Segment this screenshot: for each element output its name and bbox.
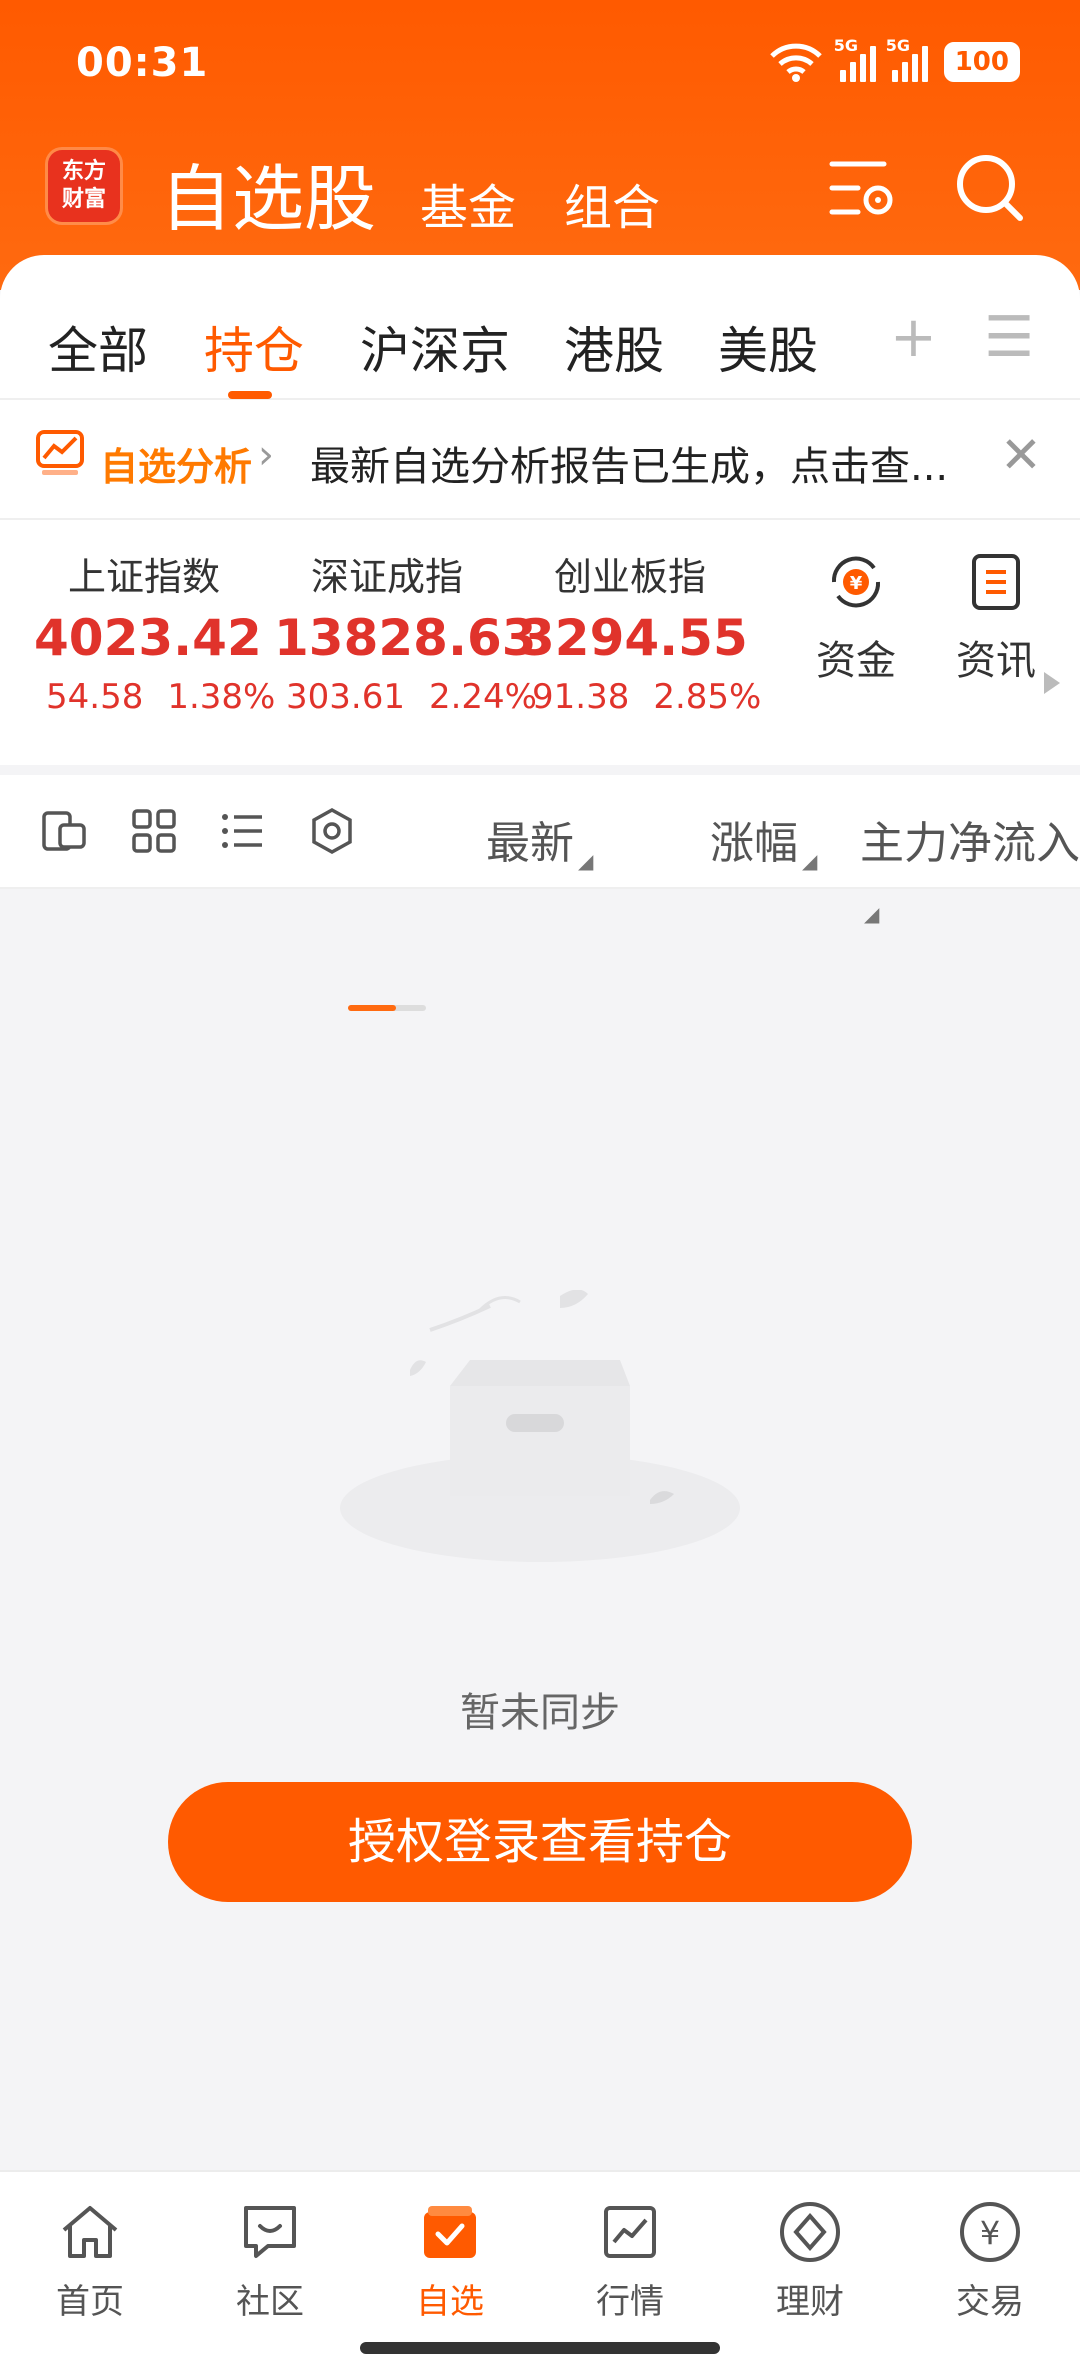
index-change: 91.38 2.85% xyxy=(532,677,762,717)
index-name: 上证指数 xyxy=(67,555,220,599)
sort-change[interactable]: 涨幅 ◢ xyxy=(710,807,817,873)
chart-trend-icon xyxy=(36,430,84,475)
banner-message[interactable]: 最新自选分析报告已生成，点击查... xyxy=(310,434,980,492)
list-view-icon[interactable] xyxy=(218,807,266,855)
app-logo[interactable]: 东方 财富 xyxy=(48,150,120,222)
sort-toolbar: 最新 ◢ 涨幅 ◢ 主力净流入◢ xyxy=(0,775,1080,926)
nav-wealth-label: 理财 xyxy=(776,2282,844,2322)
svg-text:¥: ¥ xyxy=(980,2214,1000,2252)
index-card[interactable]: 创业板指 3294.55 91.38 2.85% xyxy=(520,520,762,717)
nav-home[interactable]: 首页 xyxy=(0,2200,180,2323)
sort-arrow-icon: ◢ xyxy=(802,849,818,873)
wealth-diamond-icon xyxy=(780,2202,840,2262)
card-view-icon[interactable] xyxy=(40,807,88,855)
battery-indicator: 100 xyxy=(943,42,1020,82)
news-icon xyxy=(972,554,1020,610)
close-icon[interactable]: ✕ xyxy=(1000,426,1042,484)
grid-view-icon[interactable] xyxy=(130,807,178,855)
index-value: 3294.55 xyxy=(520,609,748,667)
search-icon[interactable] xyxy=(952,150,1028,226)
nav-watchlist[interactable]: 自选 xyxy=(360,2200,540,2323)
signal-icon-2: 5G xyxy=(886,36,928,82)
index-change: 303.61 2.24% xyxy=(286,677,537,717)
chevron-right-icon: › xyxy=(258,432,274,478)
index-card[interactable]: 深证成指 13828.63 303.61 2.24% xyxy=(274,520,537,717)
nav-trade-label: 交易 xyxy=(956,2282,1024,2322)
home-indicator xyxy=(360,2342,720,2354)
trade-yuan-icon: ¥ xyxy=(960,2202,1020,2262)
home-icon xyxy=(62,2206,118,2258)
empty-box-illustration xyxy=(340,1290,740,1562)
nav-wealth[interactable]: 理财 xyxy=(720,2200,900,2323)
index-name: 创业板指 xyxy=(553,555,706,599)
authorize-login-button[interactable]: 授权登录查看持仓 xyxy=(168,1782,912,1902)
tab-menu-icon[interactable]: ☰ xyxy=(984,305,1034,370)
settings-icon[interactable] xyxy=(824,150,900,226)
status-time: 00:31 xyxy=(76,40,209,86)
nav-home-label: 首页 xyxy=(56,2282,124,2322)
sort-latest[interactable]: 最新 ◢ xyxy=(486,807,593,873)
index-name: 深证成指 xyxy=(310,555,463,599)
analysis-banner[interactable]: 自选分析 › 最新自选分析报告已生成，点击查... ✕ xyxy=(0,400,1080,520)
page-title[interactable]: 自选股 xyxy=(160,140,376,245)
nav-trade[interactable]: ¥ 交易 xyxy=(900,2200,1080,2323)
header-tab-fund[interactable]: 基金 xyxy=(420,168,516,238)
scroll-indicator xyxy=(348,1005,426,1011)
sort-arrow-icon: ◢ xyxy=(578,849,594,873)
market-chart-icon xyxy=(604,2206,656,2258)
header: 00:31 5G 5G 100 东方 财富 自选股 基金 组合 xyxy=(0,0,1080,290)
funds-label: 资金 xyxy=(816,638,896,684)
tab-hk[interactable]: 港股 xyxy=(564,311,664,383)
status-bar: 00:31 5G 5G 100 xyxy=(0,0,1080,130)
active-tab-indicator xyxy=(228,391,272,399)
status-icons: 5G 5G 100 xyxy=(768,36,1020,82)
category-tabs: 全部 持仓 沪深京 港股 美股 + ☰ xyxy=(0,255,1080,400)
watchlist-bag-icon xyxy=(424,2206,476,2258)
scroll-right-icon[interactable] xyxy=(1042,670,1062,696)
svg-text:¥: ¥ xyxy=(850,573,863,594)
index-card[interactable]: 上证指数 4023.42 54.58 1.38% xyxy=(34,520,276,717)
funds-shortcut[interactable]: ¥ 资金 xyxy=(806,550,906,686)
header-tab-combo[interactable]: 组合 xyxy=(564,168,660,238)
nav-market[interactable]: 行情 xyxy=(540,2200,720,2323)
tab-all[interactable]: 全部 xyxy=(48,311,148,383)
watchlist-card: 全部 持仓 沪深京 港股 美股 + ☰ 自选分析 › 最新自选分析报告已生成，点… xyxy=(0,255,1080,1011)
nav-community-label: 社区 xyxy=(236,2282,304,2322)
tab-us[interactable]: 美股 xyxy=(718,311,818,383)
hexagon-settings-icon[interactable] xyxy=(308,807,356,855)
tab-holdings[interactable]: 持仓 xyxy=(204,311,304,383)
sort-inflow[interactable]: 主力净流入◢ xyxy=(860,807,1080,926)
community-chat-icon xyxy=(244,2206,296,2258)
index-value: 13828.63 xyxy=(274,609,537,667)
banner-tag: 自选分析 xyxy=(100,445,253,489)
wifi-icon xyxy=(769,43,822,82)
news-label: 资讯 xyxy=(956,638,1036,684)
nav-watchlist-label: 自选 xyxy=(416,2282,484,2322)
news-shortcut[interactable]: 资讯 xyxy=(946,550,1046,686)
add-tab-icon[interactable]: + xyxy=(890,305,937,370)
index-change: 54.58 1.38% xyxy=(46,677,276,717)
nav-market-label: 行情 xyxy=(596,2282,664,2322)
sort-arrow-icon: ◢ xyxy=(864,902,880,926)
yuan-cycle-icon: ¥ xyxy=(831,556,881,608)
tab-hsj[interactable]: 沪深京 xyxy=(360,311,510,383)
signal-icon: 5G xyxy=(834,36,876,82)
nav-community[interactable]: 社区 xyxy=(180,2200,360,2323)
empty-state-text: 暂未同步 xyxy=(460,1690,620,1736)
index-value: 4023.42 xyxy=(34,609,262,667)
index-ticker: 上证指数 4023.42 54.58 1.38% 深证成指 13828.63 30… xyxy=(0,520,1080,1011)
